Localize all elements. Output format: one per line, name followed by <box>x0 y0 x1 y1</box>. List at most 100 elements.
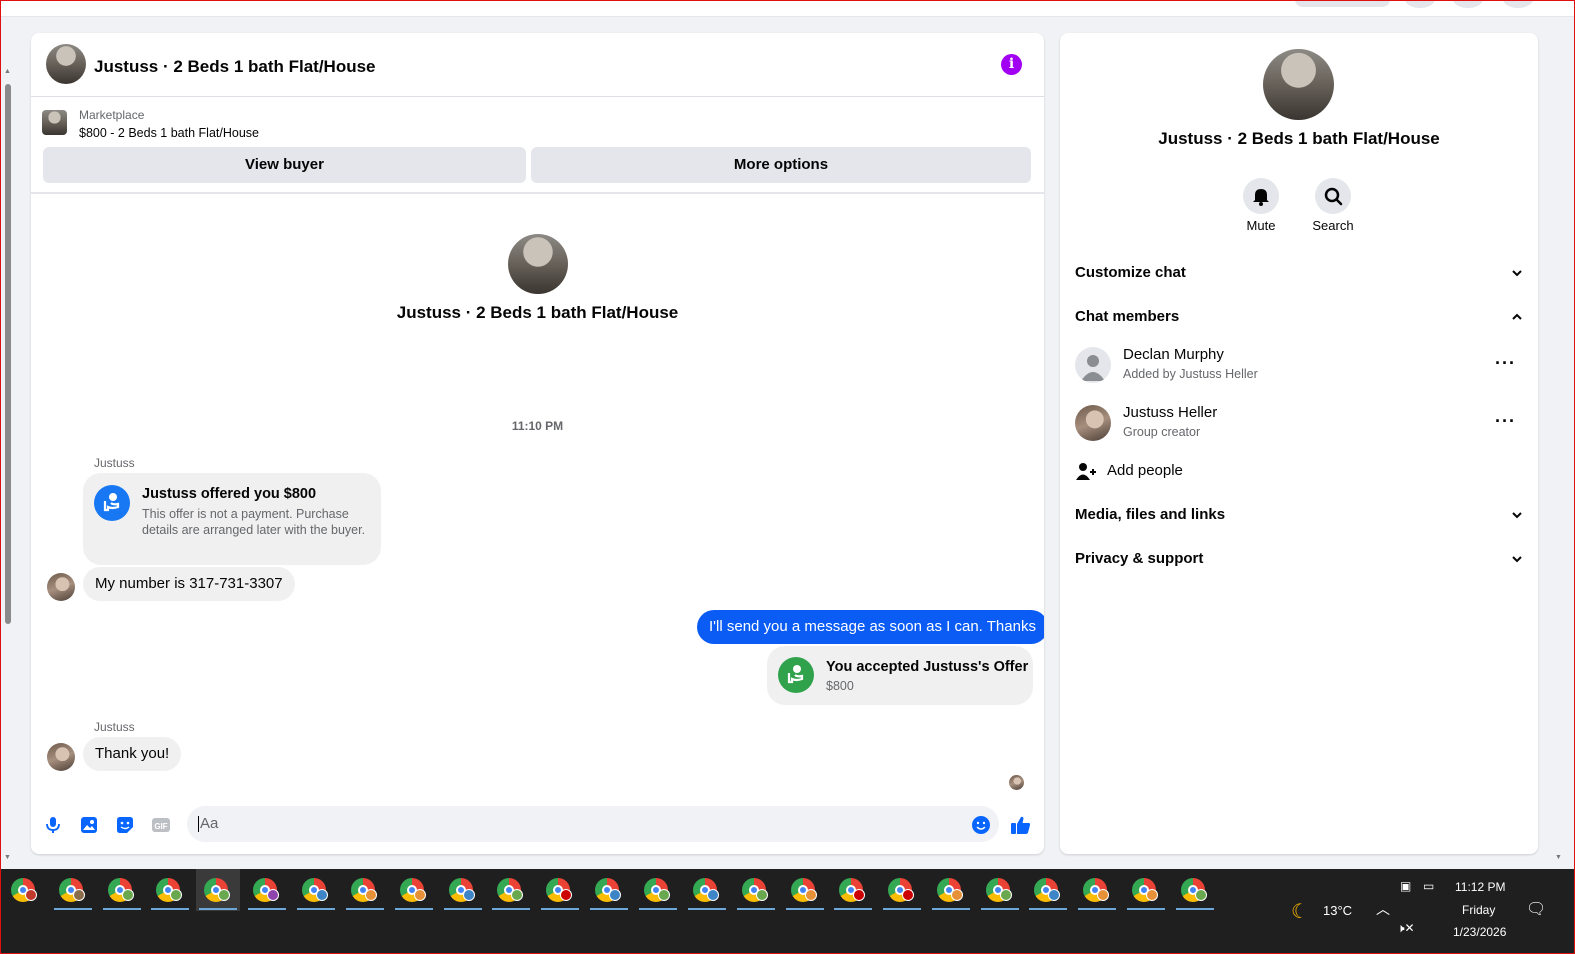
outgoing-message-bubble[interactable]: I'll send you a message as soon as I can… <box>697 610 1044 644</box>
chevron-up-icon[interactable]: ︿ <box>1376 899 1390 919</box>
chrome-taskbar-icon[interactable] <box>783 869 827 911</box>
chrome-taskbar-icon[interactable] <box>831 869 875 911</box>
customize-chat-section[interactable]: Customize chat <box>1075 261 1525 285</box>
photo-icon[interactable] <box>79 815 99 835</box>
chrome-taskbar-icon[interactable] <box>196 869 240 911</box>
right-scrollbar[interactable]: ▼ <box>1553 68 1567 863</box>
network-icon[interactable]: ▭ <box>1423 879 1434 893</box>
message-input[interactable]: Aa <box>187 806 999 842</box>
gif-icon[interactable]: GIF <box>151 815 171 835</box>
message-bubble[interactable]: My number is 317-731-3307 <box>83 567 295 601</box>
accepted-offer-amount: $800 <box>826 679 854 693</box>
info-avatar[interactable] <box>1263 49 1334 120</box>
moon-weather-icon[interactable]: ☾ <box>1291 899 1309 924</box>
message-composer: GIF Aa <box>31 803 1044 847</box>
bell-icon[interactable] <box>1243 178 1279 214</box>
chevron-down-icon <box>1512 270 1522 277</box>
sender-name: Justuss <box>94 720 135 734</box>
accepted-offer-message[interactable]: You accepted Justuss's Offer $800 <box>767 646 1033 705</box>
member-name: Declan Murphy <box>1123 346 1224 363</box>
chrome-taskbar-icon[interactable] <box>929 869 973 911</box>
weather-temperature[interactable]: 13°C <box>1323 903 1352 918</box>
message-bubble[interactable]: Thank you! <box>83 737 182 771</box>
privacy-support-section[interactable]: Privacy & support <box>1075 547 1525 571</box>
listing-thumbnail[interactable] <box>42 110 67 135</box>
chrome-taskbar-icon[interactable] <box>51 869 95 911</box>
chat-title[interactable]: Justuss · 2 Beds 1 bath Flat/House <box>94 57 376 77</box>
offer-accepted-icon <box>778 657 814 693</box>
chrome-taskbar-icon[interactable] <box>343 869 387 911</box>
chrome-taskbar-icon[interactable] <box>1026 869 1070 911</box>
media-files-section[interactable]: Media, files and links <box>1075 503 1525 527</box>
top-menu-button[interactable] <box>1405 0 1435 8</box>
chrome-taskbar-icon[interactable] <box>538 869 582 911</box>
microphone-icon[interactable] <box>43 815 63 835</box>
clock-time[interactable]: 11:12 PM <box>1455 880 1505 894</box>
chrome-taskbar-icon[interactable] <box>489 869 533 911</box>
more-options-icon[interactable]: ··· <box>1495 354 1516 372</box>
chat-header: Justuss · 2 Beds 1 bath Flat/House i <box>31 33 1044 97</box>
chrome-taskbar-icon[interactable] <box>294 869 338 911</box>
scroll-down-arrow-icon[interactable]: ▼ <box>1555 854 1562 861</box>
listing-description[interactable]: $800 - 2 Beds 1 bath Flat/House <box>79 126 259 140</box>
chrome-taskbar-icon[interactable] <box>1173 869 1217 911</box>
add-people-row[interactable]: Add people <box>1075 459 1525 483</box>
clock-date[interactable]: 1/23/2026 <box>1453 925 1506 939</box>
view-buyer-button[interactable]: View buyer <box>43 147 526 183</box>
top-search-pill[interactable] <box>1295 0 1390 7</box>
scroll-down-arrow-icon[interactable]: ▼ <box>4 854 11 861</box>
member-subtitle: Group creator <box>1123 425 1201 439</box>
more-options-icon[interactable]: ··· <box>1495 412 1516 430</box>
scrollbar-thumb[interactable] <box>5 84 11 624</box>
left-scrollbar[interactable]: ▲ ▼ <box>2 68 12 863</box>
chrome-taskbar-icon[interactable] <box>3 869 47 911</box>
chrome-taskbar-icon[interactable] <box>880 869 924 911</box>
top-notification-button[interactable] <box>1453 0 1483 8</box>
member-row[interactable]: Declan Murphy Added by Justuss Heller ··… <box>1075 345 1525 389</box>
message-input-placeholder: Aa <box>200 815 219 832</box>
chrome-taskbar-icon[interactable] <box>734 869 778 911</box>
mute-label: Mute <box>1246 218 1276 233</box>
member-row[interactable]: Justuss Heller Group creator ··· <box>1075 403 1525 447</box>
message-timestamp: 11:10 PM <box>511 419 564 433</box>
search-action[interactable]: Search <box>1303 178 1363 233</box>
speaker-muted-icon[interactable]: 🕨✕ <box>1397 921 1415 936</box>
emoji-icon[interactable] <box>971 815 991 835</box>
camera-icon[interactable]: ▣ <box>1400 879 1411 893</box>
scroll-up-arrow-icon[interactable]: ▲ <box>4 68 11 75</box>
add-people-label: Add people <box>1107 462 1183 479</box>
chevron-up-icon <box>1512 313 1522 320</box>
chat-panel: Justuss · 2 Beds 1 bath Flat/House i Mar… <box>31 33 1044 854</box>
chrome-taskbar-icon[interactable] <box>392 869 436 911</box>
chrome-taskbar-icon[interactable] <box>100 869 144 911</box>
chat-members-section[interactable]: Chat members <box>1075 305 1525 329</box>
chrome-taskbar-icon[interactable] <box>148 869 192 911</box>
media-files-label: Media, files and links <box>1075 506 1226 523</box>
more-options-button[interactable]: More options <box>531 147 1031 183</box>
marketplace-label: Marketplace <box>79 108 145 122</box>
mute-action[interactable]: Mute <box>1231 178 1291 233</box>
group-avatar[interactable] <box>46 44 86 84</box>
sticker-icon[interactable] <box>115 815 135 835</box>
sender-avatar[interactable] <box>47 573 75 601</box>
chrome-taskbar-icon[interactable] <box>1124 869 1168 911</box>
info-icon[interactable]: i <box>1001 54 1022 75</box>
clock-day[interactable]: Friday <box>1462 903 1495 917</box>
chrome-taskbar-icon[interactable] <box>245 869 289 911</box>
member-avatar <box>1075 405 1111 441</box>
conversation-avatar[interactable] <box>508 234 568 294</box>
notification-icon[interactable]: 🗨 <box>1526 899 1546 919</box>
offer-text: This offer is not a payment. Purchase de… <box>142 507 366 537</box>
top-account-button[interactable] <box>1503 0 1533 8</box>
chrome-taskbar-icon[interactable] <box>636 869 680 911</box>
chrome-taskbar-icon[interactable] <box>587 869 631 911</box>
sender-avatar[interactable] <box>47 743 75 771</box>
offer-message[interactable]: Justuss offered you $800 This offer is n… <box>83 473 381 565</box>
thumbs-up-icon[interactable] <box>1010 815 1032 835</box>
search-icon[interactable] <box>1315 178 1351 214</box>
chrome-taskbar-icon[interactable] <box>441 869 485 911</box>
chrome-taskbar-icon[interactable] <box>685 869 729 911</box>
chrome-taskbar-icon[interactable] <box>978 869 1022 911</box>
browser-top-bar <box>0 0 1575 17</box>
chrome-taskbar-icon[interactable] <box>1075 869 1119 911</box>
